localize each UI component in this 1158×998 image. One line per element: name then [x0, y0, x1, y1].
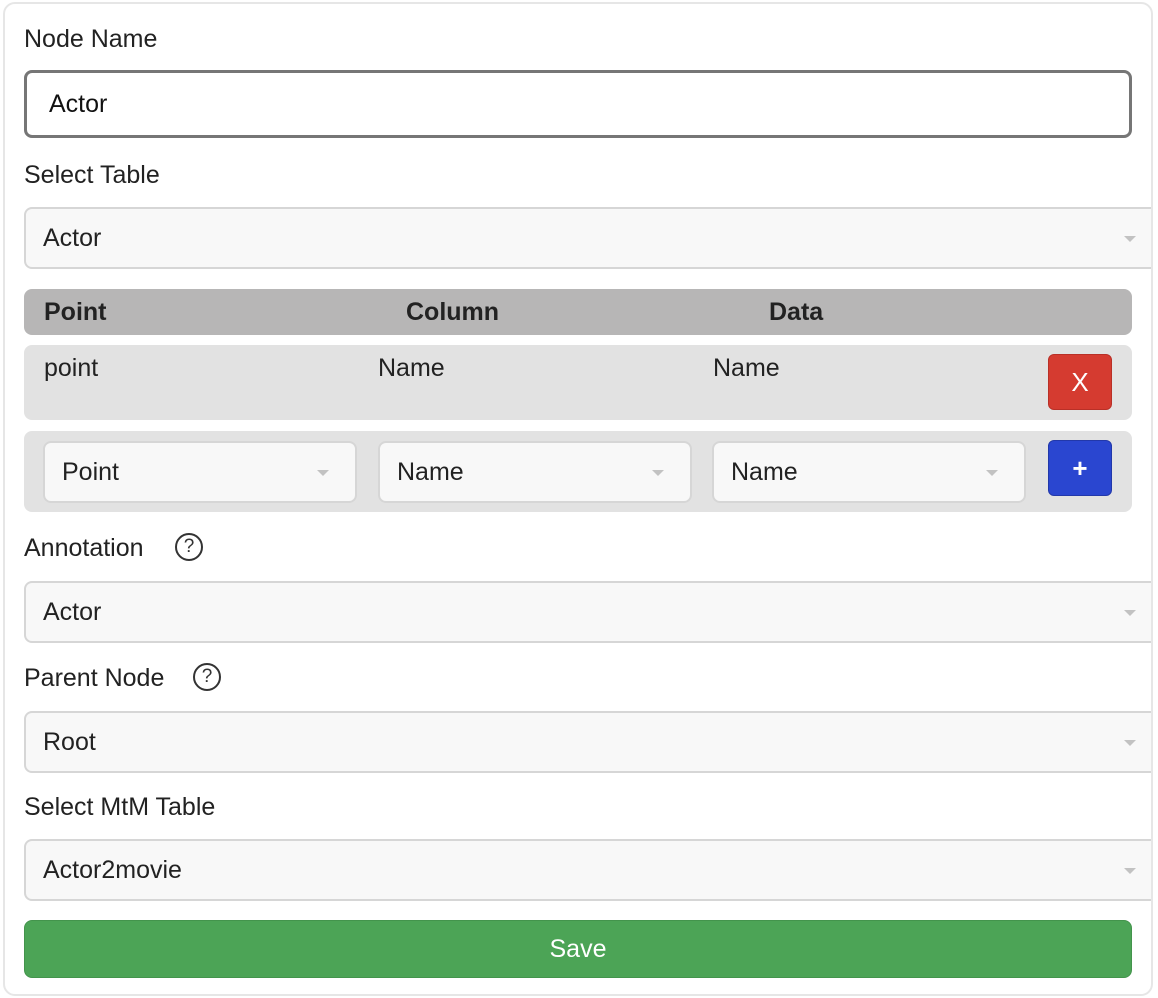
select-table-value: Actor	[43, 223, 102, 252]
mtm-table-label: Select MtM Table	[24, 793, 216, 821]
column-select-value: Name	[397, 457, 464, 486]
annotation-value: Actor	[43, 597, 102, 626]
point-select-value: Point	[62, 457, 119, 486]
node-form-card: Node Name Select Table Actor Point Colum…	[3, 2, 1153, 996]
new-mapping-row: Point Name Name +	[24, 431, 1132, 512]
chevron-down-icon	[1124, 610, 1136, 616]
chevron-down-icon	[1124, 236, 1136, 242]
header-data: Data	[769, 298, 824, 326]
save-button[interactable]: Save	[24, 920, 1132, 978]
column-select[interactable]: Name	[378, 441, 692, 503]
chevron-down-icon	[986, 470, 998, 476]
node-name-input[interactable]	[24, 70, 1132, 138]
mapping-table-header: Point Column Data	[24, 289, 1132, 335]
parent-node-label: Parent Node	[24, 664, 165, 692]
help-icon[interactable]: ?	[175, 533, 203, 561]
help-icon[interactable]: ?	[193, 663, 221, 691]
chevron-down-icon	[652, 470, 664, 476]
row-point: point	[44, 354, 99, 382]
select-table-dropdown[interactable]: Actor	[24, 207, 1151, 269]
annotation-dropdown[interactable]: Actor	[24, 581, 1151, 643]
data-select[interactable]: Name	[712, 441, 1026, 503]
chevron-down-icon	[1124, 740, 1136, 746]
select-table-label: Select Table	[24, 161, 160, 189]
mtm-table-dropdown[interactable]: Actor2movie	[24, 839, 1151, 901]
point-select[interactable]: Point	[43, 441, 357, 503]
data-select-value: Name	[731, 457, 798, 486]
header-point: Point	[44, 298, 107, 326]
add-row-button[interactable]: +	[1048, 440, 1112, 496]
node-name-label: Node Name	[24, 25, 158, 53]
delete-row-button[interactable]: X	[1048, 354, 1112, 410]
row-data: Name	[713, 354, 780, 382]
mtm-table-value: Actor2movie	[43, 855, 182, 884]
chevron-down-icon	[317, 470, 329, 476]
annotation-label: Annotation	[24, 534, 144, 562]
row-column: Name	[378, 354, 445, 382]
parent-node-dropdown[interactable]: Root	[24, 711, 1151, 773]
table-row: point Name Name X	[24, 345, 1132, 420]
header-column: Column	[406, 298, 500, 326]
parent-node-value: Root	[43, 727, 96, 756]
chevron-down-icon	[1124, 868, 1136, 874]
